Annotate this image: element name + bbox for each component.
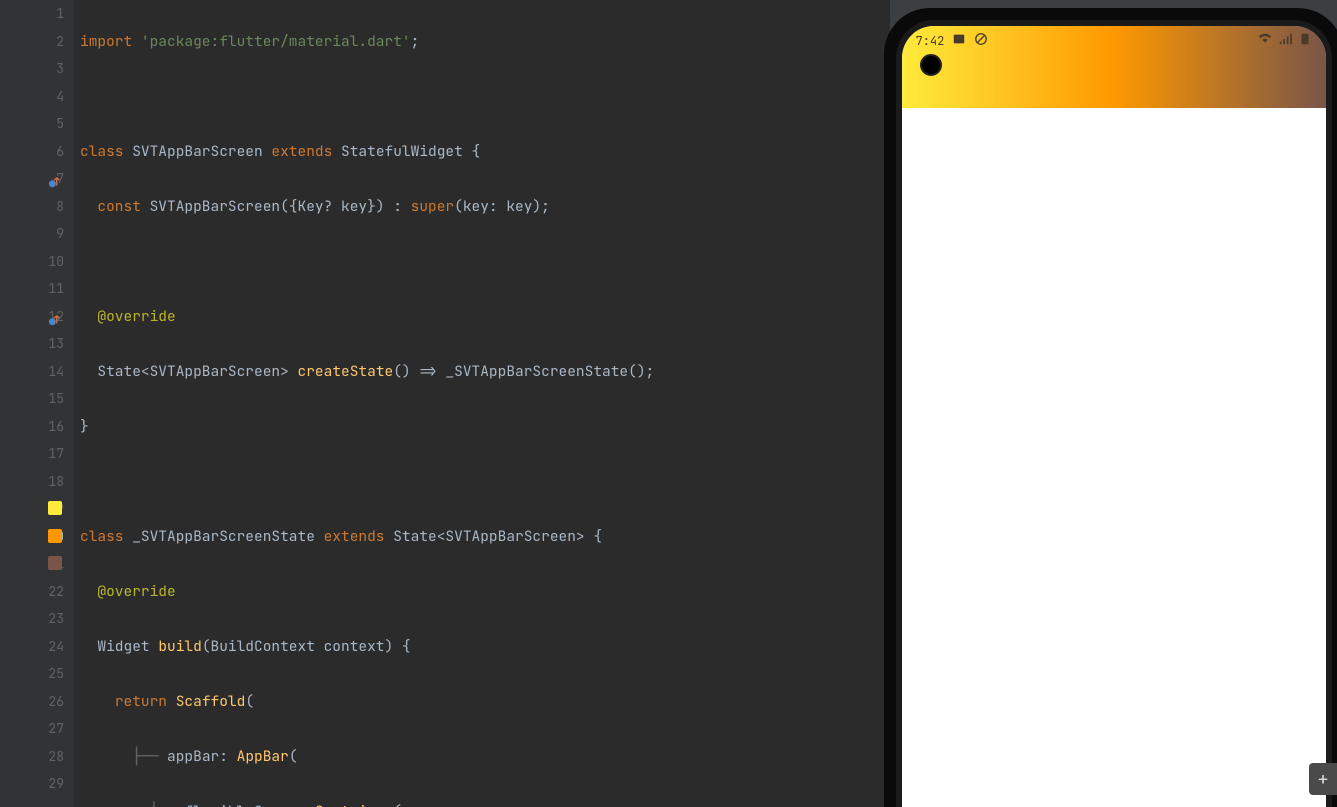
line-number[interactable]: 10 bbox=[8, 248, 70, 276]
line-number[interactable]: 29 bbox=[8, 770, 70, 798]
battery-icon bbox=[1298, 32, 1312, 50]
code-line[interactable]: ├── appBar: AppBar( bbox=[80, 743, 890, 771]
code-line[interactable]: @override bbox=[80, 303, 890, 331]
color-swatch-yellow-icon[interactable] bbox=[48, 501, 62, 515]
camera-hole-icon bbox=[920, 54, 942, 76]
line-number[interactable]: 12 bbox=[8, 303, 70, 331]
line-number[interactable]: 6 bbox=[8, 138, 70, 166]
code-line[interactable]: import 'package:flutter/material.dart'; bbox=[80, 28, 890, 56]
code-line[interactable] bbox=[80, 248, 890, 276]
line-number[interactable]: 1 bbox=[8, 0, 70, 28]
line-number[interactable]: 21 bbox=[8, 550, 70, 578]
line-number[interactable]: 5 bbox=[8, 110, 70, 138]
tree-guide-icon: ├── bbox=[132, 747, 167, 766]
device-preview-panel: 7:42 + bbox=[890, 0, 1337, 807]
code-line[interactable]: const SVTAppBarScreen({Key? key}) : supe… bbox=[80, 193, 890, 221]
signal-icon bbox=[1278, 32, 1292, 50]
line-number[interactable]: 24 bbox=[8, 633, 70, 661]
code-line[interactable]: } bbox=[80, 413, 890, 441]
code-line[interactable] bbox=[80, 468, 890, 496]
line-number[interactable]: 4 bbox=[8, 83, 70, 111]
code-line[interactable]: return Scaffold( bbox=[80, 688, 890, 716]
line-number[interactable]: 27 bbox=[8, 715, 70, 743]
code-line[interactable]: class _SVTAppBarScreenState extends Stat… bbox=[80, 523, 890, 551]
line-number[interactable]: 23 bbox=[8, 605, 70, 633]
line-number[interactable]: 14 bbox=[8, 358, 70, 386]
line-number[interactable]: 8 bbox=[8, 193, 70, 221]
code-line[interactable]: Widget build(BuildContext context) { bbox=[80, 633, 890, 661]
line-number[interactable]: 13 bbox=[8, 330, 70, 358]
code-line[interactable]: └── flexibleSpace: Container( bbox=[80, 798, 890, 807]
override-icon[interactable] bbox=[48, 309, 62, 323]
line-number[interactable]: 7 bbox=[8, 165, 70, 193]
breakpoint-gutter[interactable] bbox=[0, 0, 8, 807]
line-number[interactable]: 18 bbox=[8, 468, 70, 496]
code-line[interactable] bbox=[80, 83, 890, 111]
no-sign-icon bbox=[974, 32, 988, 50]
line-number[interactable]: 2 bbox=[8, 28, 70, 56]
card-icon bbox=[952, 32, 966, 50]
line-number[interactable]: 11 bbox=[8, 275, 70, 303]
line-number[interactable]: 17 bbox=[8, 440, 70, 468]
line-number[interactable]: 26 bbox=[8, 688, 70, 716]
phone-screen[interactable]: 7:42 bbox=[902, 26, 1326, 807]
line-number[interactable]: 3 bbox=[8, 55, 70, 83]
line-number-gutter[interactable]: 1 2 3 4 5 6 7 8 9 10 11 12 13 14 bbox=[8, 0, 74, 807]
line-number[interactable]: 16 bbox=[8, 413, 70, 441]
line-number[interactable]: 22 bbox=[8, 578, 70, 606]
tree-guide-icon: └── bbox=[150, 802, 185, 807]
code-area[interactable]: import 'package:flutter/material.dart'; … bbox=[74, 0, 890, 807]
status-bar: 7:42 bbox=[902, 32, 1326, 50]
color-swatch-brown-icon[interactable] bbox=[48, 556, 62, 570]
line-number[interactable]: 9 bbox=[8, 220, 70, 248]
code-line[interactable]: @override bbox=[80, 578, 890, 606]
color-swatch-orange-icon[interactable] bbox=[48, 529, 62, 543]
code-line[interactable]: class SVTAppBarScreen extends StatefulWi… bbox=[80, 138, 890, 166]
line-number[interactable]: 25 bbox=[8, 660, 70, 688]
status-time: 7:42 bbox=[916, 33, 945, 49]
code-line[interactable]: State<SVTAppBarScreen> createState() => … bbox=[80, 358, 890, 386]
app-bar: 7:42 bbox=[902, 26, 1326, 108]
line-number[interactable]: 15 bbox=[8, 385, 70, 413]
line-number[interactable]: 20 bbox=[8, 523, 70, 551]
override-icon[interactable] bbox=[48, 171, 62, 185]
zoom-add-button[interactable]: + bbox=[1309, 763, 1337, 795]
line-number[interactable]: 19 bbox=[8, 495, 70, 523]
line-number[interactable]: 28 bbox=[8, 743, 70, 771]
phone-frame: 7:42 bbox=[884, 8, 1337, 807]
wifi-icon bbox=[1258, 32, 1272, 50]
code-editor[interactable]: 1 2 3 4 5 6 7 8 9 10 11 12 13 14 bbox=[0, 0, 890, 807]
